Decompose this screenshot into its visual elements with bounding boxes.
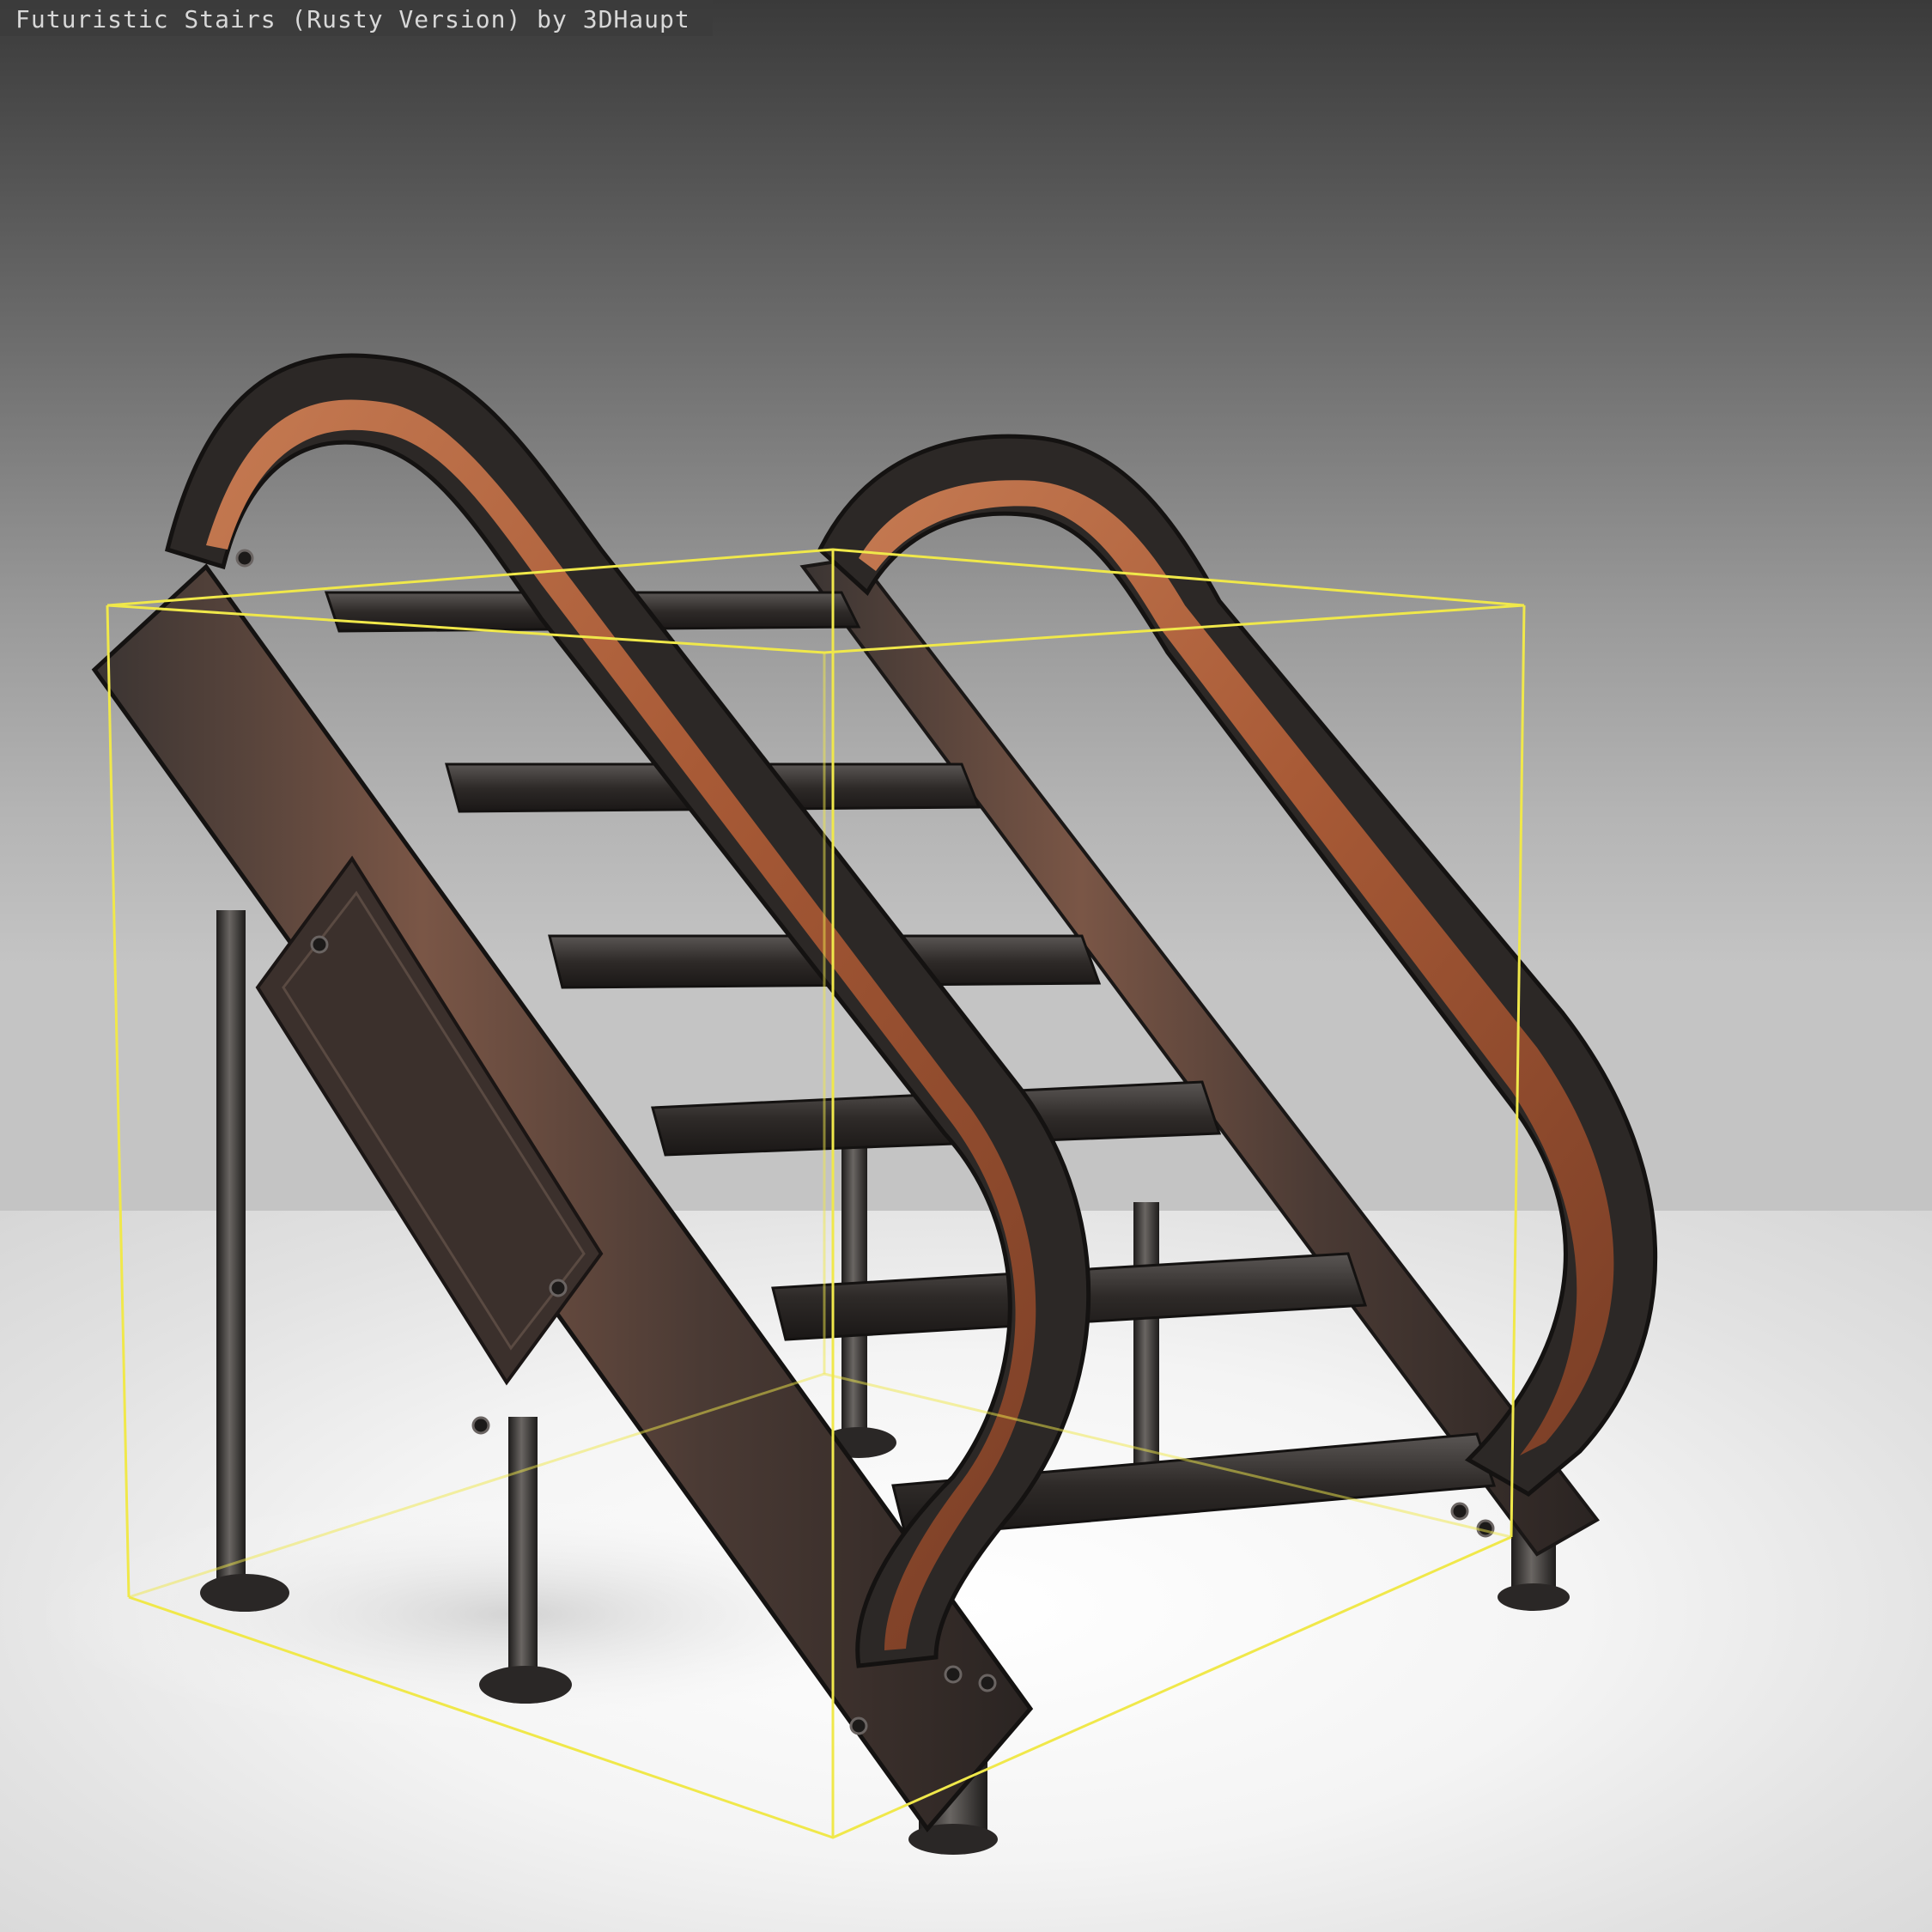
support-leg	[216, 910, 246, 1589]
support-leg	[508, 1417, 538, 1683]
viewer-title-bar: Futuristic Stairs (Rusty Version) by 3DH…	[0, 0, 713, 36]
3d-viewport[interactable]: Futuristic Stairs (Rusty Version) by 3DH…	[0, 0, 1932, 1932]
rivet	[549, 1279, 568, 1297]
leg-foot	[908, 1824, 998, 1855]
rivet	[1450, 1502, 1469, 1521]
bbox-edge	[106, 605, 131, 1598]
model-title: Futuristic Stairs (Rusty Version) by 3DH…	[15, 5, 690, 33]
support-leg	[841, 1099, 867, 1443]
rivet	[849, 1716, 868, 1735]
rivet	[471, 1416, 490, 1435]
model-scene[interactable]	[0, 0, 1932, 1932]
rivet	[978, 1674, 997, 1692]
rivet	[235, 549, 254, 568]
leg-foot	[479, 1666, 572, 1704]
leg-foot	[1498, 1583, 1570, 1611]
rivet	[310, 935, 329, 954]
leg-foot	[200, 1574, 289, 1612]
rivet	[944, 1665, 963, 1684]
